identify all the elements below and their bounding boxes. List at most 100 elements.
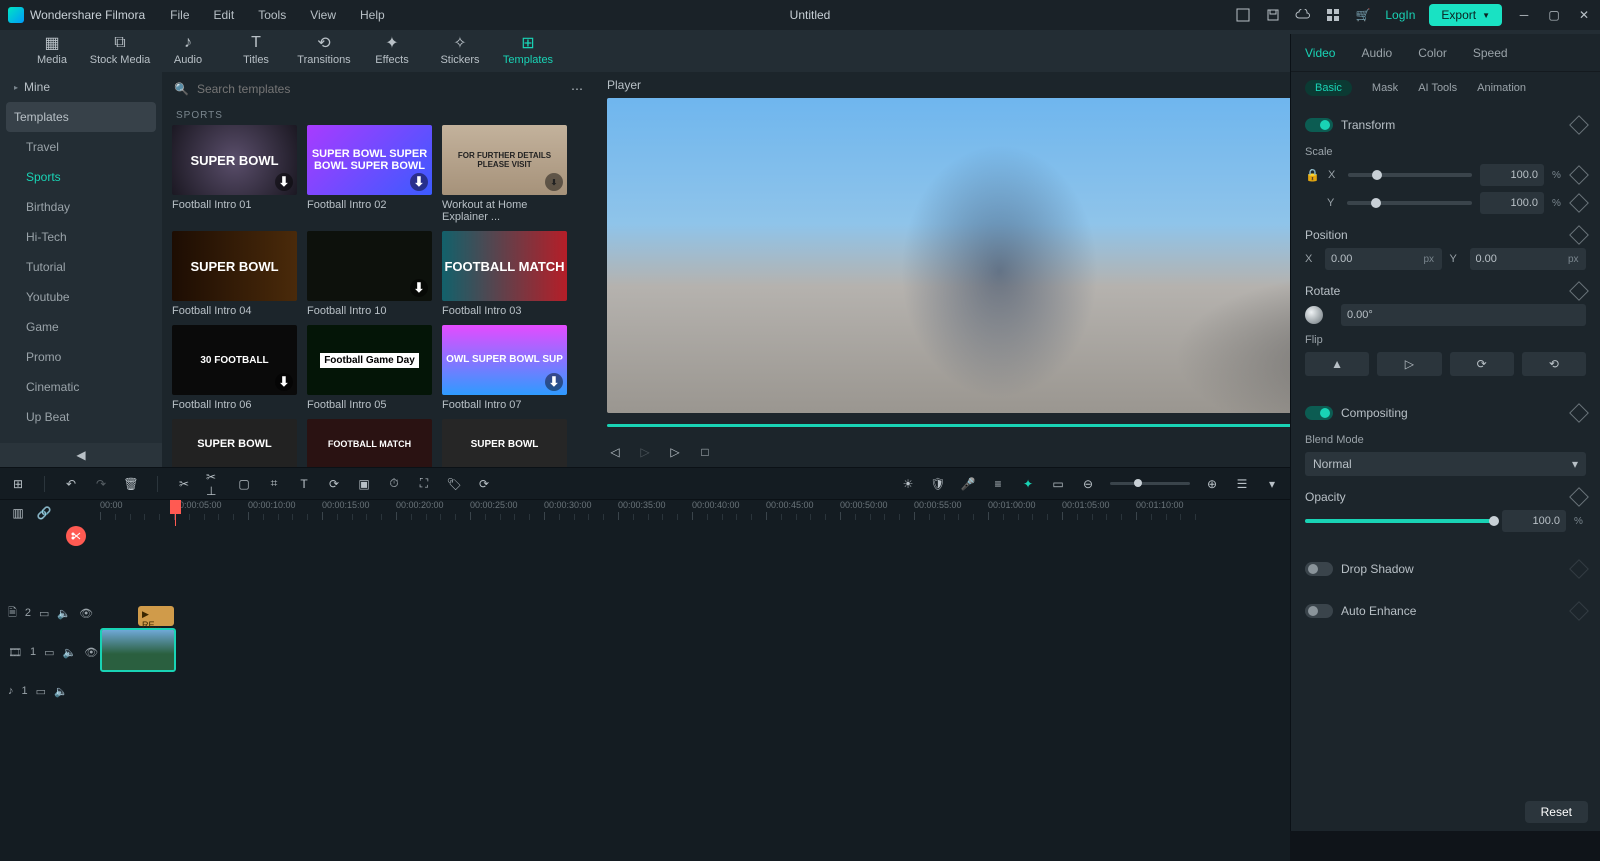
nav-titles[interactable]: TTitles	[222, 30, 290, 72]
rotate-ccw-button[interactable]: ⟲	[1522, 352, 1586, 376]
keyframe-icon[interactable]	[1569, 403, 1589, 423]
cat-travel[interactable]: Travel	[0, 132, 162, 162]
track-mute-icon[interactable]: 🔈	[63, 646, 77, 659]
pos-x-input[interactable]: 0.00px	[1325, 248, 1442, 270]
play-back-icon[interactable]: ▷	[637, 444, 653, 460]
scale-y-value[interactable]: 100.0	[1480, 192, 1544, 214]
template-card[interactable]: FOOTBALL MATCHFootball Intro 03	[442, 231, 567, 317]
template-card[interactable]: ⬇Football Intro 10	[307, 231, 432, 317]
grid-view-icon[interactable]: ⊞	[10, 476, 26, 492]
cat-upbeat[interactable]: Up Beat	[0, 402, 162, 432]
cart-icon[interactable]: 🛒	[1355, 7, 1371, 23]
cat-youtube[interactable]: Youtube	[0, 282, 162, 312]
track-manage-icon[interactable]: ▥	[10, 505, 26, 521]
nav-audio[interactable]: ♪Audio	[154, 30, 222, 72]
cat-cinematic[interactable]: Cinematic	[0, 372, 162, 402]
track-lock-icon[interactable]: ▭	[39, 607, 49, 620]
keyframe-icon[interactable]	[1569, 225, 1589, 245]
keyframe-icon[interactable]	[1569, 281, 1589, 301]
time-ruler[interactable]: 00:0000:00:05:0000:00:10:0000:00:15:0000…	[100, 500, 1290, 526]
keyframe-icon[interactable]	[1569, 601, 1589, 621]
frame-icon[interactable]: ▭	[1050, 476, 1066, 492]
title-clip[interactable]: ▶ RE...	[138, 606, 174, 626]
opacity-value[interactable]: 100.0	[1502, 510, 1566, 532]
menu-tools[interactable]: Tools	[258, 8, 286, 22]
crop-zoom-icon[interactable]: ⌗	[266, 476, 282, 492]
tab-speed[interactable]: Speed	[1473, 46, 1508, 60]
template-card[interactable]: 30 FOOTBALL⬇Football Intro 06	[172, 325, 297, 411]
track-lock-icon[interactable]: ▭	[36, 685, 46, 698]
subtab-animation[interactable]: Animation	[1477, 82, 1526, 94]
cat-promo[interactable]: Promo	[0, 342, 162, 372]
step-back-icon[interactable]: ◁	[607, 444, 623, 460]
colorbox-icon[interactable]: ▣	[356, 476, 372, 492]
keyframe-icon[interactable]	[1569, 115, 1589, 135]
reset-button[interactable]: Reset	[1525, 801, 1588, 823]
pos-y-input[interactable]: 0.00px	[1470, 248, 1587, 270]
template-card[interactable]: OWL SUPER BOWL SUP⬇Football Intro 07	[442, 325, 567, 411]
speed-icon[interactable]: ⟳	[326, 476, 342, 492]
cat-hitech[interactable]: Hi-Tech	[0, 222, 162, 252]
tracks-icon[interactable]: ☰	[1234, 476, 1250, 492]
tag-icon[interactable]: 🏷	[446, 476, 462, 492]
sync-icon[interactable]: ⟳	[476, 476, 492, 492]
menu-file[interactable]: File	[170, 8, 189, 22]
template-card[interactable]: SUPER BOWL SUPER BOWL SUPER BOWL⬇Footbal…	[307, 125, 432, 223]
nav-stock[interactable]: ⧉Stock Media	[86, 30, 154, 72]
rotate-dial[interactable]	[1305, 306, 1323, 324]
zoom-slider[interactable]	[1110, 482, 1190, 485]
search-input[interactable]	[197, 82, 563, 96]
download-icon[interactable]: ⬇	[410, 279, 428, 297]
template-card[interactable]: FOR FURTHER DETAILS PLEASE VISIT⬇Workout…	[442, 125, 567, 223]
screenshot-icon[interactable]	[1235, 7, 1251, 23]
tab-video[interactable]: Video	[1305, 46, 1335, 60]
nav-effects[interactable]: ✦Effects	[358, 30, 426, 72]
scale-x-value[interactable]: 100.0	[1480, 164, 1544, 186]
track-mute-icon[interactable]: 🔈	[57, 607, 71, 620]
template-card[interactable]: SUPER BOWL	[172, 419, 297, 467]
rotate-cw-button[interactable]: ⟳	[1450, 352, 1514, 376]
cat-game[interactable]: Game	[0, 312, 162, 342]
download-icon[interactable]: ⬇	[275, 373, 293, 391]
list-icon[interactable]: ≡	[990, 476, 1006, 492]
undo-icon[interactable]: ↶	[63, 476, 79, 492]
dropshadow-toggle[interactable]	[1305, 562, 1333, 576]
keyframe-icon[interactable]	[1569, 193, 1589, 213]
text-icon[interactable]: T	[296, 476, 312, 492]
menu-edit[interactable]: Edit	[214, 8, 235, 22]
delete-icon[interactable]: 🗑	[123, 476, 139, 492]
split-icon[interactable]: ✂⊥	[206, 476, 222, 492]
track-mute-icon[interactable]: 🔈	[54, 685, 68, 698]
sidebar-mine[interactable]: Mine	[0, 72, 162, 102]
play-icon[interactable]: ▷	[667, 444, 683, 460]
link-icon[interactable]: 🔗	[36, 505, 52, 521]
flip-h-button[interactable]: ▲	[1305, 352, 1369, 376]
nav-stickers[interactable]: ✧Stickers	[426, 30, 494, 72]
subtab-aitools[interactable]: AI Tools	[1418, 82, 1457, 94]
scale-x-slider[interactable]	[1348, 173, 1472, 177]
minimize-icon[interactable]: ─	[1516, 7, 1532, 23]
keyframe-icon[interactable]	[1569, 487, 1589, 507]
save-icon[interactable]	[1265, 7, 1281, 23]
autoenhance-toggle[interactable]	[1305, 604, 1333, 618]
template-card[interactable]: Football Game DayFootball Intro 05	[307, 325, 432, 411]
keyframe-icon[interactable]	[1569, 559, 1589, 579]
template-card[interactable]: SUPER BOWLFootball Intro 04	[172, 231, 297, 317]
sparkle-icon[interactable]: ✦	[1020, 476, 1036, 492]
more-icon[interactable]: ⋯	[571, 82, 583, 96]
download-icon[interactable]: ⬇	[545, 173, 563, 191]
template-card[interactable]: SUPER BOWL	[442, 419, 567, 467]
compositing-toggle[interactable]	[1305, 406, 1333, 420]
redo-icon[interactable]: ↷	[93, 476, 109, 492]
adjust-icon[interactable]: ☀	[900, 476, 916, 492]
download-icon[interactable]: ⬇	[275, 173, 293, 191]
export-button[interactable]: Export▼	[1429, 4, 1502, 26]
nav-templates[interactable]: ⊞Templates	[494, 30, 562, 72]
transform-toggle[interactable]	[1305, 118, 1333, 132]
template-card[interactable]: FOOTBALL MATCH	[307, 419, 432, 467]
stop-icon[interactable]: □	[697, 444, 713, 460]
rotate-input[interactable]: 0.00°	[1341, 304, 1586, 326]
timer-icon[interactable]: ⏱	[386, 476, 402, 492]
nav-media[interactable]: ▦Media	[18, 30, 86, 72]
cat-sports[interactable]: Sports	[0, 162, 162, 192]
